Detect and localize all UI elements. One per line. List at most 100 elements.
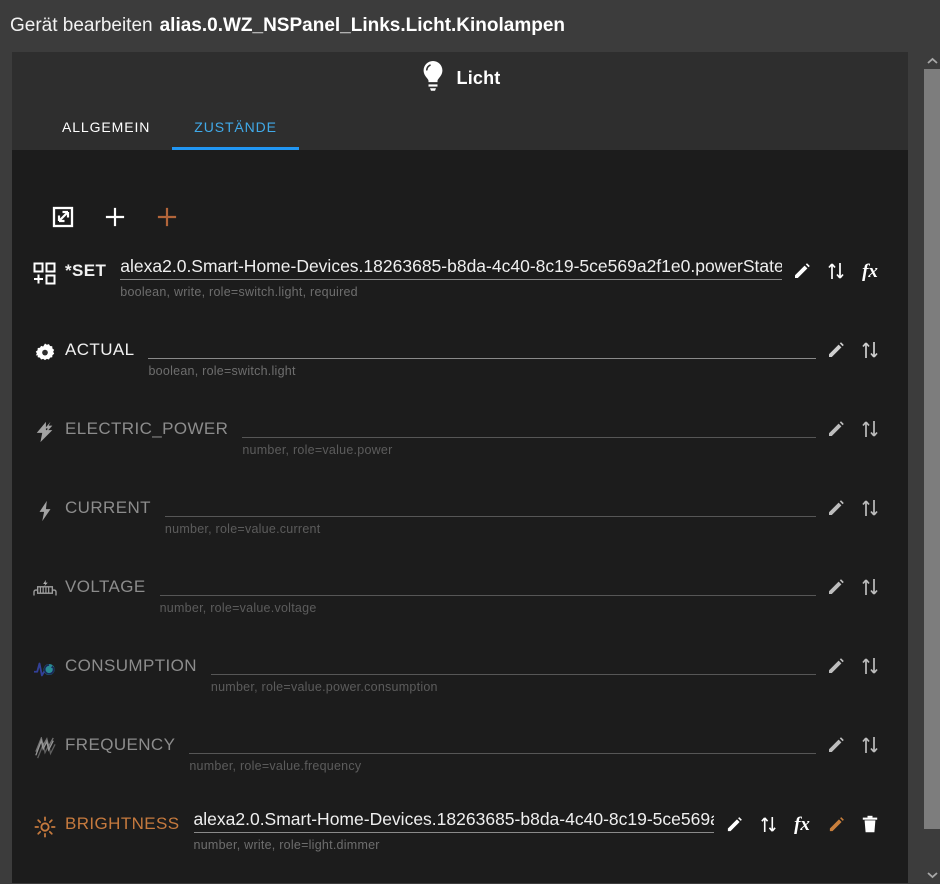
state-field-voltage: number, role=value.voltage <box>159 562 816 615</box>
swap-arrows-icon[interactable] <box>860 339 880 361</box>
state-actions-frequency <box>826 734 894 756</box>
state-hint-current: number, role=value.current <box>164 522 321 536</box>
device-header: Licht <box>12 52 908 104</box>
state-label-consumption: CONSUMPTION <box>65 656 197 675</box>
edit-pencil-icon[interactable] <box>826 418 846 440</box>
state-hint-brightness: number, write, role=light.dimmer <box>193 838 380 852</box>
sun-brightness-icon[interactable] <box>30 812 60 842</box>
lightbulb-icon <box>420 60 446 97</box>
state-row-frequency: FREQUENCY number, role=value.frequency <box>30 720 894 799</box>
plus-icon <box>104 206 126 233</box>
swap-arrows-icon[interactable] <box>860 497 880 519</box>
edit-pencil-icon[interactable] <box>792 260 812 282</box>
swap-arrows-icon[interactable] <box>826 260 846 282</box>
scroll-up-button[interactable] <box>924 52 940 69</box>
state-row-electric-power: ELECTRIC_POWER number, role=value.power <box>30 404 894 483</box>
dialog-tabs: ALLGEMEIN ZUSTÄNDE <box>12 104 908 150</box>
edit-pencil-icon[interactable] <box>826 655 846 677</box>
state-hint-voltage: number, role=value.voltage <box>159 601 317 615</box>
state-field-electric-power: number, role=value.power <box>242 404 816 457</box>
state-input-electric-power[interactable] <box>242 410 816 438</box>
state-field-current: number, role=value.current <box>164 483 816 536</box>
state-hint-set: boolean, write, role=switch.light, requi… <box>120 285 358 299</box>
edit-device-dialog: Licht ALLGEMEIN ZUSTÄNDE *SET alexa2.0.S… <box>12 52 908 883</box>
state-input-voltage[interactable] <box>159 568 816 596</box>
state-label-frequency: FREQUENCY <box>65 735 176 754</box>
vertical-scrollbar[interactable] <box>924 52 940 883</box>
add-widget-icon[interactable] <box>30 259 60 289</box>
edit-orange-pencil-icon[interactable] <box>826 813 846 835</box>
state-row-brightness: BRIGHTNESS alexa2.0.Smart-Home-Devices.1… <box>30 799 894 878</box>
state-field-set: alexa2.0.Smart-Home-Devices.18263685-b8d… <box>120 246 782 299</box>
state-actions-current <box>826 497 894 519</box>
state-input-current[interactable] <box>164 489 816 517</box>
state-actions-brightness: fx <box>724 813 894 835</box>
state-label-electric-power: ELECTRIC_POWER <box>65 419 229 438</box>
state-hint-electric-power: number, role=value.power <box>242 443 393 457</box>
edit-pencil-icon[interactable] <box>724 813 744 835</box>
state-actions-electric-power <box>826 418 894 440</box>
gear-icon[interactable] <box>30 338 60 368</box>
delete-trash-icon[interactable] <box>860 813 880 835</box>
expand-square-arrow-icon <box>52 206 74 233</box>
states-toolbar <box>12 150 894 246</box>
chevron-up-icon <box>926 52 938 70</box>
add-state-button[interactable] <box>102 206 128 232</box>
tab-allgemein-label: ALLGEMEIN <box>62 119 151 135</box>
swap-arrows-icon[interactable] <box>758 813 778 835</box>
edit-pencil-icon[interactable] <box>826 497 846 519</box>
chevron-down-icon <box>926 866 938 884</box>
swap-arrows-icon[interactable] <box>860 655 880 677</box>
swap-arrows-icon[interactable] <box>860 418 880 440</box>
state-field-frequency: number, role=value.frequency <box>189 720 816 773</box>
edit-pencil-icon[interactable] <box>826 339 846 361</box>
state-label-actual: ACTUAL <box>65 340 135 359</box>
state-actions-actual <box>826 339 894 361</box>
bolt-icon[interactable] <box>30 496 60 526</box>
state-label-voltage: VOLTAGE <box>65 577 146 596</box>
state-row-actual: ACTUAL boolean, role=switch.light <box>30 325 894 404</box>
state-actions-consumption <box>826 655 894 677</box>
edit-pencil-icon[interactable] <box>826 734 846 756</box>
title-prefix: Gerät bearbeiten <box>10 15 153 36</box>
add-custom-state-button[interactable] <box>154 206 180 232</box>
resistor-spark-icon[interactable] <box>30 575 60 605</box>
scroll-down-button[interactable] <box>924 866 940 883</box>
scrollbar-track[interactable] <box>924 69 940 866</box>
state-input-consumption[interactable] <box>210 647 816 675</box>
state-row-set: *SET alexa2.0.Smart-Home-Devices.1826368… <box>30 246 894 325</box>
state-row-consumption: CONSUMPTION number, role=value.power.con… <box>30 641 894 720</box>
state-hint-actual: boolean, role=switch.light <box>148 364 296 378</box>
state-input-actual[interactable] <box>148 331 816 359</box>
state-label-current: CURRENT <box>65 498 151 517</box>
state-label-brightness: BRIGHTNESS <box>65 814 180 833</box>
tab-zustaende-label: ZUSTÄNDE <box>194 119 277 135</box>
state-row-voltage: VOLTAGE number, role=value.voltage <box>30 562 894 641</box>
state-field-consumption: number, role=value.power.consumption <box>210 641 816 694</box>
swap-arrows-icon[interactable] <box>860 734 880 756</box>
state-actions-voltage <box>826 576 894 598</box>
title-object-id: alias.0.WZ_NSPanel_Links.Licht.Kinolampe… <box>159 15 566 36</box>
tab-allgemein[interactable]: ALLGEMEIN <box>40 104 172 150</box>
expand-all-button[interactable] <box>50 206 76 232</box>
fx-icon[interactable]: fx <box>860 260 880 282</box>
edit-pencil-icon[interactable] <box>826 576 846 598</box>
state-input-brightness[interactable]: alexa2.0.Smart-Home-Devices.18263685-b8d… <box>193 805 714 833</box>
frequency-waves-icon[interactable] <box>30 733 60 763</box>
state-hint-consumption: number, role=value.power.consumption <box>210 680 438 694</box>
state-input-set[interactable]: alexa2.0.Smart-Home-Devices.18263685-b8d… <box>120 252 782 280</box>
state-field-brightness: alexa2.0.Smart-Home-Devices.18263685-b8d… <box>193 799 714 852</box>
state-row-current: CURRENT number, role=value.current <box>30 483 894 562</box>
fx-icon[interactable]: fx <box>792 813 812 835</box>
lightning-bolt-icon[interactable] <box>30 417 60 447</box>
swap-arrows-icon[interactable] <box>860 576 880 598</box>
tab-zustaende[interactable]: ZUSTÄNDE <box>172 104 299 150</box>
device-name: Licht <box>456 67 501 88</box>
scrollbar-thumb[interactable] <box>924 69 940 829</box>
state-hint-frequency: number, role=value.frequency <box>189 759 362 773</box>
states-list: *SET alexa2.0.Smart-Home-Devices.1826368… <box>12 246 894 878</box>
power-consumption-icon[interactable] <box>30 654 60 684</box>
plus-icon <box>156 206 178 233</box>
state-input-frequency[interactable] <box>189 726 816 754</box>
state-field-actual: boolean, role=switch.light <box>148 325 816 378</box>
